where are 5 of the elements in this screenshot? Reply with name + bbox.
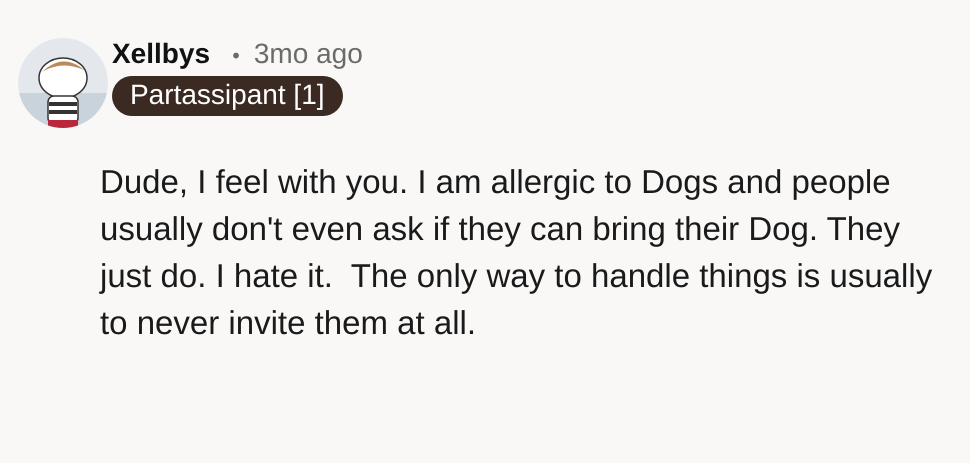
timestamp: 3mo ago (254, 38, 363, 70)
comment-text: Dude, I feel with you. I am allergic to Dogs and people usually don't even ask if they can bring their Dog. They just do. I hate it. The only way to handle things is usually to never invite them at all. (100, 162, 934, 343)
separator-dot: • (230, 44, 242, 68)
username[interactable]: Xellbys (112, 38, 210, 70)
user-flair: Partassipant [1] (112, 76, 343, 116)
